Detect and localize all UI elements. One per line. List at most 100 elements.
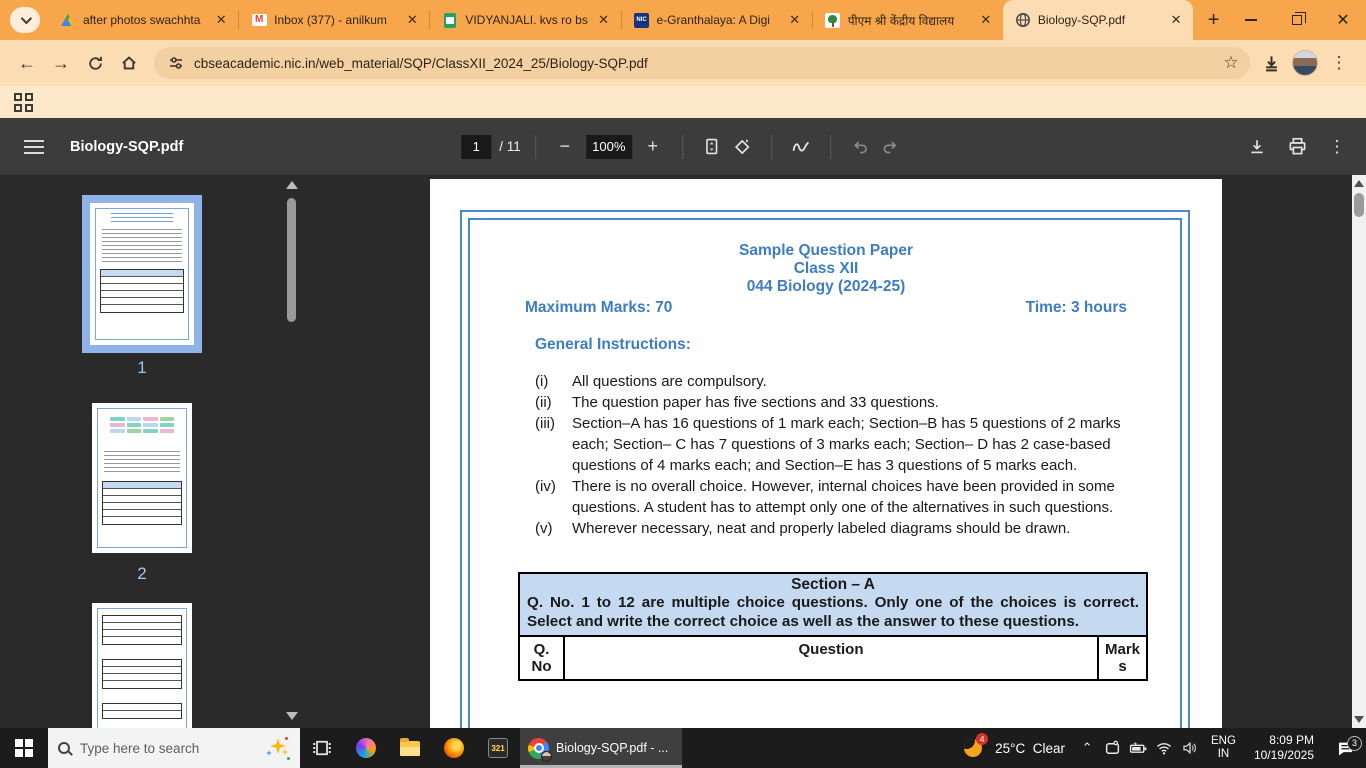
- fit-to-page-button[interactable]: [697, 132, 727, 162]
- rotate-button[interactable]: [727, 132, 757, 162]
- kvs-icon: [825, 12, 841, 28]
- scroll-down-arrow-icon[interactable]: [286, 712, 298, 720]
- notification-center-button[interactable]: 3: [1324, 735, 1366, 758]
- tab-gmail[interactable]: M Inbox (377) - anilkum ✕: [239, 0, 429, 40]
- kmplayer-button[interactable]: 321: [476, 728, 520, 768]
- minimize-button[interactable]: [1228, 0, 1274, 40]
- divider: [681, 134, 683, 159]
- profile-badge: [541, 750, 552, 762]
- print-icon: [1289, 137, 1305, 155]
- back-button[interactable]: ←: [10, 46, 44, 80]
- annotate-button[interactable]: [786, 132, 816, 162]
- site-info-icon[interactable]: [168, 55, 184, 71]
- url-text[interactable]: cbseacademic.nic.in/web_material/SQP/Cla…: [194, 56, 1208, 71]
- redo-button[interactable]: [875, 132, 905, 162]
- windows-icon: [15, 739, 33, 757]
- pdf-download-button[interactable]: [1242, 132, 1272, 162]
- wifi-icon: [1157, 743, 1172, 755]
- thumbnail-page-2[interactable]: [92, 403, 192, 553]
- scrollbar-thumb[interactable]: [1354, 193, 1364, 217]
- bookmark-button[interactable]: ☆: [1218, 50, 1244, 76]
- new-tab-button[interactable]: +: [1199, 5, 1228, 35]
- weather-moon-icon: 4: [962, 733, 989, 760]
- apps-grid-icon[interactable]: [14, 92, 33, 112]
- scroll-up-arrow-icon[interactable]: [1354, 180, 1364, 187]
- section-a-header: Section – A Q. No. 1 to 12 are multiple …: [518, 572, 1148, 637]
- taskbar-search-box[interactable]: Type here to search: [48, 728, 300, 768]
- copilot-button[interactable]: [344, 728, 388, 768]
- zoom-level-value[interactable]: 100%: [585, 134, 632, 159]
- print-button[interactable]: [1282, 132, 1312, 162]
- pdf-page-1: Sample Question Paper Class XII 044 Biol…: [430, 179, 1222, 728]
- tab-egranthalaya[interactable]: NIC e-Granthalaya: A Digi ✕: [622, 0, 812, 40]
- scroll-down-arrow-icon[interactable]: [1354, 716, 1364, 723]
- thumbnail-page-1-selected[interactable]: [82, 195, 202, 353]
- tab-close-icon[interactable]: ✕: [1167, 11, 1185, 29]
- close-window-button[interactable]: ✕: [1320, 0, 1366, 40]
- section-a-title: Section – A: [791, 576, 875, 593]
- main-scrollbar[interactable]: [1352, 175, 1366, 728]
- address-bar[interactable]: cbseacademic.nic.in/web_material/SQP/Cla…: [154, 47, 1250, 79]
- tab-close-icon[interactable]: ✕: [786, 11, 804, 29]
- firefox-button[interactable]: [432, 728, 476, 768]
- tab-close-icon[interactable]: ✕: [595, 11, 613, 29]
- volume-button[interactable]: [1177, 740, 1203, 756]
- title-line-2: Class XII: [793, 260, 859, 277]
- start-button[interactable]: [0, 728, 48, 768]
- tab-biology-sqp-active[interactable]: Biology-SQP.pdf ✕: [1002, 0, 1194, 40]
- thumbnail-label-2: 2: [137, 564, 147, 583]
- chrome-icon: [528, 737, 552, 762]
- instructions-list: (i) All questions are compulsory. (ii) T…: [535, 371, 1127, 539]
- title-line-3: 044 Biology (2024-25): [746, 278, 906, 295]
- tab-sheets[interactable]: VIDYANJALI. kvs ro bs ✕: [430, 0, 620, 40]
- search-icon: [58, 742, 70, 754]
- pdf-content-area: 1 2 Sample Question Paper Class XII 044 …: [0, 175, 1366, 728]
- tray-device-button[interactable]: [1099, 740, 1125, 757]
- system-tray: 4 25°C Clear ⌃ ENG IN 8:09 PM 10/19/2025…: [952, 728, 1366, 768]
- downloads-button[interactable]: [1258, 50, 1284, 76]
- undo-button[interactable]: [845, 132, 875, 162]
- window-controls: ✕: [1228, 0, 1366, 40]
- search-placeholder: Type here to search: [80, 740, 200, 756]
- forward-button[interactable]: →: [44, 46, 78, 80]
- reload-button[interactable]: [78, 46, 112, 80]
- zoom-in-button[interactable]: +: [638, 132, 668, 162]
- tab-title: पीएम श्री केंद्रीय विद्यालय: [847, 13, 955, 28]
- scrollbar-thumb[interactable]: [287, 198, 296, 322]
- marks-time-row: Maximum Marks: 70 Time: 3 hours: [525, 299, 1127, 317]
- thumbnail-page-3[interactable]: [92, 603, 192, 728]
- annotate-pen-icon: [792, 142, 809, 152]
- file-explorer-button[interactable]: [388, 728, 432, 768]
- weather-widget[interactable]: 4 25°C Clear: [952, 733, 1075, 760]
- copilot-icon: [356, 738, 376, 758]
- tab-search-button[interactable]: [10, 7, 40, 33]
- pdf-download-icon: [1251, 139, 1263, 153]
- home-button[interactable]: [112, 46, 146, 80]
- home-icon: [122, 56, 136, 70]
- scroll-up-arrow-icon[interactable]: [286, 181, 298, 189]
- pdf-menu-hamburger-icon[interactable]: [24, 136, 44, 158]
- tab-kvs[interactable]: पीएम श्री केंद्रीय विद्यालय ✕: [813, 0, 1003, 40]
- tab-close-icon[interactable]: ✕: [212, 11, 230, 29]
- thumbnail-scrollbar[interactable]: [284, 175, 300, 728]
- pdf-document-title: Biology-SQP.pdf: [70, 138, 184, 155]
- browser-menu-button[interactable]: ⋮: [1326, 50, 1352, 76]
- battery-button[interactable]: [1125, 740, 1151, 757]
- tab-close-icon[interactable]: ✕: [403, 11, 421, 29]
- language-indicator[interactable]: ENG IN: [1203, 735, 1244, 761]
- task-view-button[interactable]: [300, 728, 344, 768]
- divider: [534, 134, 536, 159]
- maximize-button[interactable]: [1274, 0, 1320, 40]
- tab-close-icon[interactable]: ✕: [977, 11, 995, 29]
- firefox-icon: [444, 738, 464, 758]
- page-number-input[interactable]: [461, 134, 492, 159]
- profile-avatar[interactable]: [1292, 50, 1318, 76]
- tab-title: Biology-SQP.pdf: [1037, 13, 1126, 27]
- wifi-button[interactable]: [1151, 740, 1177, 756]
- taskbar-active-chrome-window[interactable]: Biology-SQP.pdf - ...: [520, 728, 682, 768]
- tab-drive[interactable]: after photos swachhta ✕: [48, 0, 238, 40]
- zoom-out-button[interactable]: −: [550, 132, 580, 162]
- taskbar-clock[interactable]: 8:09 PM 10/19/2025: [1244, 733, 1324, 763]
- tray-expand-button[interactable]: ⌃: [1075, 740, 1099, 756]
- pdf-more-options-button[interactable]: ⋮: [1322, 132, 1352, 162]
